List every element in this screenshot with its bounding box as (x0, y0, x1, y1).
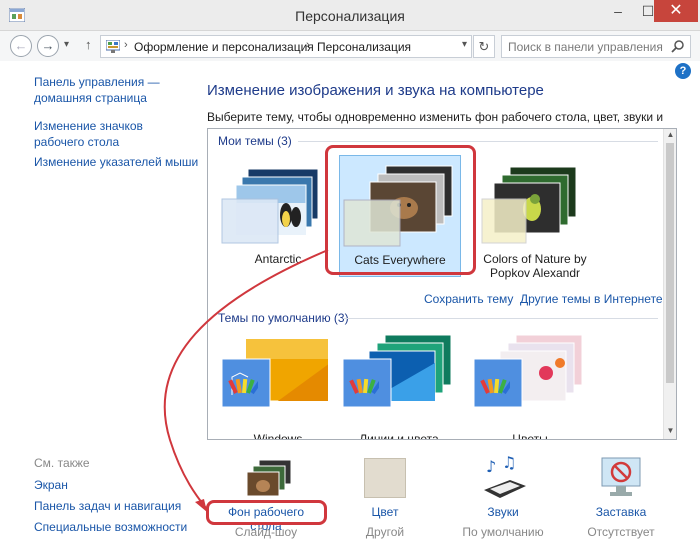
search-box[interactable] (501, 35, 691, 58)
color-label[interactable]: Цвет (340, 505, 430, 519)
nav-change-desktop-icons-line2: рабочего стола (34, 135, 120, 149)
address-bar[interactable]: › Оформление и персонализация › Персонал… (100, 35, 472, 58)
nav-change-desktop-icons-line1: Изменение значков (34, 119, 143, 133)
control-panel-icon (106, 40, 120, 53)
desktop-background-value: Слайд-шоу (234, 525, 298, 539)
sounds-label[interactable]: Звуки (458, 505, 548, 519)
search-input[interactable] (508, 40, 668, 54)
address-row: ← → ▾ ↑ › Оформление и персонализация › … (0, 31, 700, 61)
color-setting[interactable]: Цвет Другой (340, 456, 430, 556)
nav-control-panel-home-line2: домашняя страница (34, 91, 147, 105)
more-themes-online-link[interactable]: Другие темы в Интернете (520, 292, 663, 306)
theme-name: Windows (253, 432, 303, 440)
screensaver-icon (601, 457, 641, 496)
breadcrumb-appearance[interactable]: Оформление и персонализация (134, 40, 314, 54)
help-button[interactable]: ? (675, 63, 691, 79)
scroll-up-icon[interactable]: ▲ (664, 130, 676, 139)
breadcrumb-separator-icon: › (124, 39, 128, 51)
sounds-value: По умолчанию (462, 525, 544, 539)
theme-name: Линии и цвета (359, 432, 439, 440)
minimize-button[interactable]: – (603, 0, 633, 22)
sounds-setting[interactable]: ♪ ♫ Звуки По умолчанию (458, 456, 548, 556)
nav-control-panel-home[interactable]: Панель управления — домашняя страница (34, 74, 160, 106)
recent-pages-icon[interactable]: ▾ (64, 39, 69, 50)
color-palette-icon (228, 372, 258, 395)
back-button[interactable]: ← (10, 35, 32, 57)
breadcrumb-personalization[interactable]: Персонализация (317, 40, 411, 54)
nature-preview-icon (481, 166, 577, 244)
color-palette-icon (349, 378, 379, 395)
nav-display[interactable]: Экран (34, 477, 68, 493)
theme-lines-and-colors[interactable]: Линии и цвета (339, 333, 459, 440)
desktop-background-icon (246, 459, 292, 497)
scroll-down-icon[interactable]: ▼ (664, 426, 676, 435)
refresh-icon: ↻ (478, 39, 490, 54)
theme-antarctic[interactable]: Antarctic (218, 157, 338, 279)
close-button[interactable]: ✕ (654, 0, 698, 22)
forward-button[interactable]: → (37, 35, 59, 57)
title-bar: Персонализация – ☐ ✕ (0, 0, 700, 31)
my-themes-label: Мои темы (3) (218, 134, 292, 148)
color-palette-icon (480, 378, 510, 395)
screensaver-value: Отсутствует (587, 525, 655, 539)
screensaver-label[interactable]: Заставка (576, 505, 666, 519)
screensaver-setting[interactable]: Заставка Отсутствует (576, 456, 666, 556)
theme-flowers[interactable]: Цветы (470, 333, 590, 440)
search-icon (671, 40, 684, 53)
group-divider (343, 318, 658, 319)
highlight-desktop-background (206, 500, 327, 525)
svg-text:♫: ♫ (502, 456, 516, 472)
color-value: Другой (365, 525, 405, 539)
refresh-button[interactable]: ↻ (473, 35, 495, 58)
nav-control-panel-home-line1: Панель управления — (34, 75, 160, 89)
scrollbar-thumb[interactable] (666, 143, 674, 383)
theme-name: Цветы (512, 432, 548, 440)
left-navigation: Панель управления — домашняя страница Из… (0, 62, 200, 560)
nav-change-mouse-pointers[interactable]: Изменение указателей мыши (34, 154, 198, 170)
save-theme-link[interactable]: Сохранить тему (424, 292, 513, 306)
theme-list-scrollbar[interactable]: ▲ ▼ (663, 129, 676, 439)
chevron-down-icon[interactable]: ▾ (462, 39, 467, 50)
theme-name-line2: Popkov Alexandr (489, 266, 581, 280)
up-arrow-icon[interactable]: ↑ (85, 37, 92, 52)
page-title: Изменение изображения и звука на компьют… (207, 82, 544, 99)
group-divider (298, 141, 658, 142)
nav-change-desktop-icons[interactable]: Изменение значков рабочего стола (34, 118, 143, 150)
see-also-heading: См. также (34, 456, 90, 470)
default-themes-label: Темы по умолчанию (3) (218, 311, 349, 325)
theme-windows[interactable]: Windows (218, 333, 338, 440)
sounds-icon: ♪ ♫ (484, 456, 526, 498)
nav-taskbar[interactable]: Панель задач и навигация (34, 498, 181, 514)
antarctic-preview-icon (221, 168, 319, 244)
breadcrumb-separator-icon: › (306, 39, 310, 51)
highlight-cats-theme (325, 145, 476, 275)
nav-accessibility[interactable]: Специальные возможности (34, 519, 187, 535)
theme-name-line1: Colors of Nature by (483, 252, 587, 266)
theme-name: Antarctic (254, 252, 302, 266)
window-title: Персонализация (295, 8, 405, 24)
arrow-right-icon: → (41, 38, 55, 53)
theme-colors-of-nature[interactable]: Colors of Nature by Popkov Alexandr (470, 157, 600, 280)
arrow-left-icon: ← (14, 38, 28, 53)
svg-text:♪: ♪ (486, 457, 496, 476)
color-swatch-icon (364, 458, 406, 498)
